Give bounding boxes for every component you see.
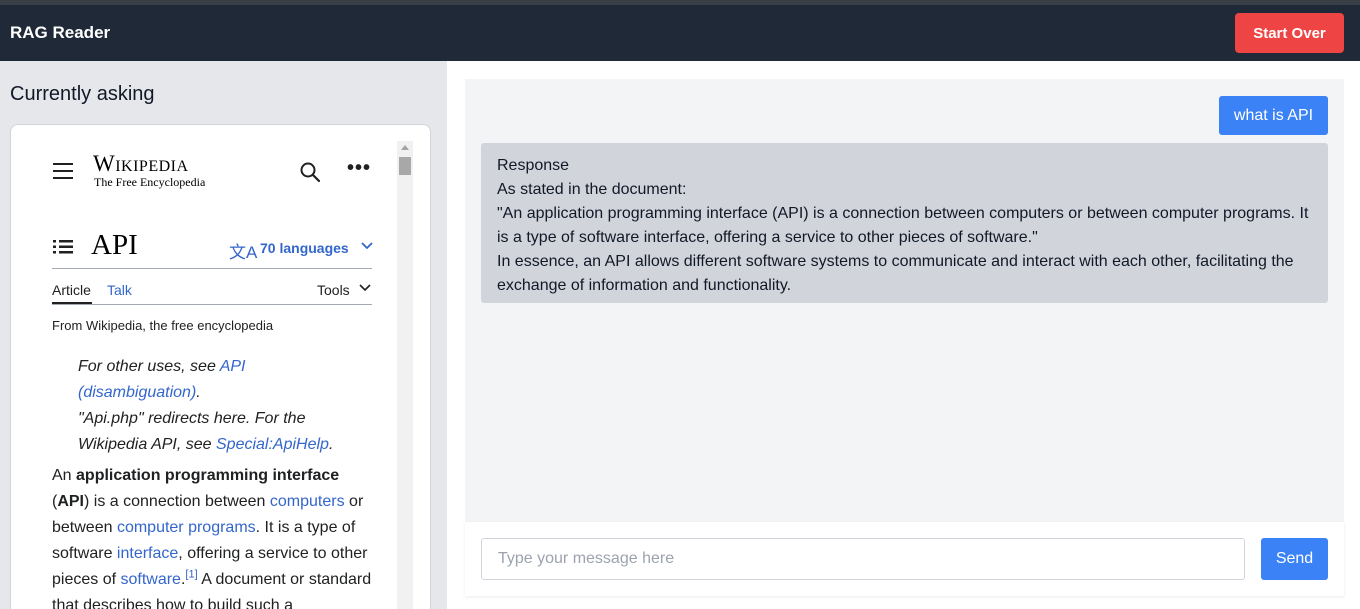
lead-bold-term: API	[57, 493, 84, 510]
message-input[interactable]	[481, 538, 1245, 580]
table-of-contents-icon[interactable]	[53, 239, 73, 255]
scrollbar-thumb[interactable]	[399, 157, 411, 175]
wikipedia-page[interactable]: Wikipedia The Free Encyclopedia ••• API …	[27, 141, 399, 609]
chevron-down-icon[interactable]	[359, 283, 371, 293]
article-title: API	[91, 229, 138, 261]
lead-paragraph: An application programming interface (AP…	[52, 463, 374, 609]
response-line: "An application programming interface (A…	[497, 205, 1313, 246]
hatnote-text: For other uses, see	[78, 358, 220, 375]
hatnote-text: .	[328, 436, 334, 453]
lead-text: An	[52, 467, 77, 484]
software-link[interactable]: software	[120, 571, 180, 588]
user-message: what is API	[1219, 96, 1328, 135]
wikipedia-logo-title[interactable]: Wikipedia	[93, 151, 189, 177]
search-icon[interactable]	[299, 161, 321, 183]
wikipedia-logo-tagline: The Free Encyclopedia	[94, 175, 206, 189]
divider	[52, 304, 372, 305]
hatnote-text: .	[196, 384, 201, 401]
send-button[interactable]: Send	[1261, 538, 1328, 580]
chevron-down-icon[interactable]	[361, 241, 373, 251]
language-icon[interactable]: 文A	[229, 238, 257, 263]
interface-link[interactable]: interface	[117, 545, 178, 562]
assistant-response: Response As stated in the document: "An …	[481, 143, 1328, 303]
response-line: As stated in the document:	[497, 181, 687, 198]
more-options-icon[interactable]: •••	[347, 157, 371, 180]
tools-menu[interactable]: Tools	[317, 282, 350, 298]
message-composer: Send	[465, 522, 1344, 596]
from-wikipedia-line: From Wikipedia, the free encyclopedia	[52, 318, 274, 333]
computer-programs-link[interactable]: computer programs	[117, 519, 256, 536]
lead-bold-term: application programming interface	[76, 467, 340, 484]
document-viewer[interactable]: Wikipedia The Free Encyclopedia ••• API …	[10, 124, 431, 609]
apihelp-link[interactable]: Special:ApiHelp	[216, 436, 329, 453]
citation-link[interactable]: [1]	[185, 569, 197, 581]
response-line: Response	[497, 157, 570, 174]
hatnote: For other uses, see API (disambiguation)…	[78, 354, 368, 458]
scrollbar[interactable]	[397, 141, 413, 609]
menu-icon[interactable]	[53, 163, 73, 179]
start-over-button[interactable]: Start Over	[1235, 13, 1344, 53]
computers-link[interactable]: computers	[270, 493, 345, 510]
navbar: RAG Reader Start Over	[0, 5, 1360, 61]
chat-history: what is API Response As stated in the do…	[465, 79, 1344, 522]
panel-heading: Currently asking	[10, 83, 155, 105]
app-title: RAG Reader	[10, 23, 111, 42]
scroll-up-icon[interactable]	[401, 145, 409, 150]
response-line: In essence, an API allows different soft…	[497, 253, 1299, 294]
languages-button[interactable]: 70 languages	[260, 240, 349, 256]
divider	[52, 268, 372, 269]
tab-article[interactable]: Article	[52, 282, 91, 298]
lead-text: ) is a connection between	[84, 493, 270, 510]
tab-talk[interactable]: Talk	[107, 282, 132, 298]
document-panel: Currently asking Wikipedia The Free Ency…	[0, 61, 447, 609]
